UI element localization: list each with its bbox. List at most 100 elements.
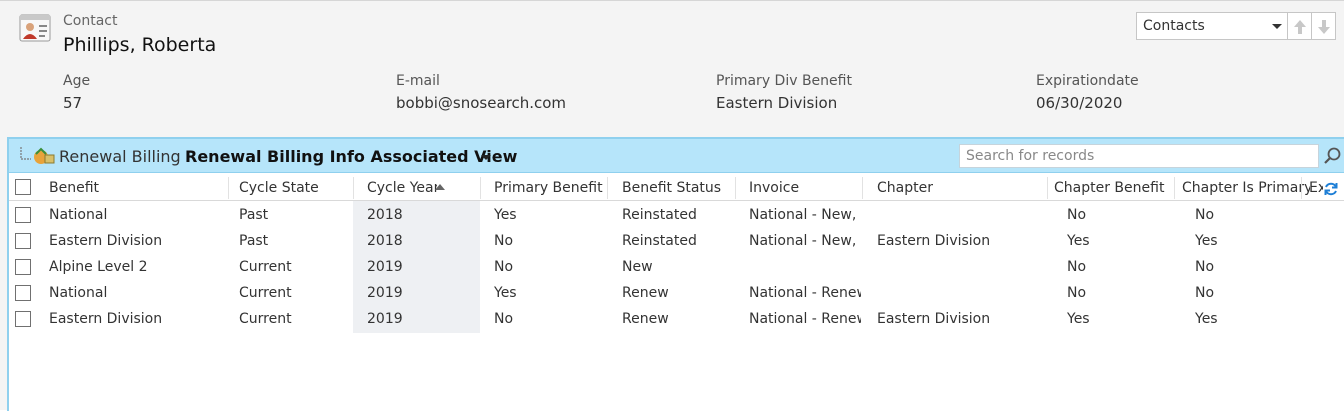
column-header-cycle-year[interactable]: Cycle Year [367, 175, 437, 201]
field-value: 57 [63, 94, 83, 112]
cell-chapter-is-primary: No [1195, 285, 1215, 301]
cell-chapter-is-primary: Yes [1195, 233, 1218, 249]
next-record-button[interactable] [1312, 12, 1336, 40]
column-header-primary-benefit[interactable]: Primary Benefit [494, 175, 604, 201]
column-header-chapter[interactable]: Chapter [877, 175, 1047, 201]
cell-cycle-state: Current [239, 285, 292, 301]
column-header-benefit-status[interactable]: Benefit Status [622, 175, 732, 201]
column-header-cycle-state[interactable]: Cycle State [239, 175, 349, 201]
cell-cycle-year: 2018 [367, 233, 403, 249]
cell-benefit-status: Renew [622, 285, 669, 301]
chevron-down-icon[interactable] [481, 155, 491, 160]
field-label: Expirationdate [1036, 73, 1139, 89]
cell-chapter-benefit: No [1067, 207, 1087, 223]
sort-ascending-icon [435, 184, 445, 190]
cell-benefit[interactable]: National [49, 285, 107, 301]
column-divider [1174, 177, 1175, 199]
cell-invoice[interactable]: National - New, E [749, 233, 861, 249]
view-selector[interactable]: Renewal Billing Info Associated View [185, 147, 517, 166]
row-checkbox[interactable] [15, 259, 31, 275]
cell-chapter[interactable]: Eastern Division [877, 311, 990, 327]
cell-chapter[interactable]: Eastern Division [877, 233, 990, 249]
row-checkbox[interactable] [15, 207, 31, 223]
table-row[interactable]: Eastern Division Past 2018 No Reinstated… [9, 228, 1344, 254]
column-header-chapter-is-primary[interactable]: Chapter Is Primary [1182, 175, 1310, 201]
field-label: E-mail [396, 73, 440, 89]
cell-primary-benefit: Yes [494, 207, 517, 223]
cell-chapter-is-primary: Yes [1195, 311, 1218, 327]
column-divider [353, 177, 354, 199]
column-header-truncated[interactable]: Ex [1309, 175, 1323, 201]
cell-invoice[interactable]: National - Renew [749, 285, 861, 301]
cell-primary-benefit: No [494, 311, 514, 327]
row-checkbox[interactable] [15, 311, 31, 327]
column-divider [862, 177, 863, 199]
cell-cycle-year: 2019 [367, 259, 403, 275]
column-divider [735, 177, 736, 199]
renewal-billing-icon [19, 145, 59, 167]
cell-primary-benefit: No [494, 233, 514, 249]
cell-benefit-status: New [622, 259, 653, 275]
arrow-down-icon [1318, 20, 1330, 34]
field-value[interactable]: bobbi@snosearch.com [396, 94, 566, 112]
table-row[interactable]: Eastern Division Current 2019 No Renew N… [9, 306, 1344, 332]
field-email: E-mail bobbi@snosearch.com [396, 73, 566, 112]
field-label: Primary Div Benefit [716, 73, 852, 89]
record-set-dropdown[interactable]: Contacts [1136, 12, 1288, 40]
cell-chapter-is-primary: No [1195, 259, 1215, 275]
cell-benefit[interactable]: Alpine Level 2 [49, 259, 148, 275]
cell-benefit-status: Renew [622, 311, 669, 327]
renewal-billing-subgrid: Renewal Billing Renewal Billing Info Ass… [7, 137, 1344, 411]
table-row[interactable]: National Current 2019 Yes Renew National… [9, 280, 1344, 306]
subgrid-title: Renewal Billing [59, 147, 181, 166]
cell-cycle-state: Current [239, 259, 292, 275]
search-icon [1324, 147, 1341, 164]
cell-chapter-benefit: Yes [1067, 233, 1090, 249]
arrow-up-icon [1294, 20, 1306, 34]
cell-benefit[interactable]: Eastern Division [49, 311, 162, 327]
column-divider [480, 177, 481, 199]
field-age: Age 57 [63, 73, 90, 112]
cell-cycle-year: 2018 [367, 207, 403, 223]
refresh-icon[interactable] [1323, 181, 1339, 197]
cell-cycle-year: 2019 [367, 285, 403, 301]
cell-invoice[interactable]: National - Renew [749, 311, 861, 327]
field-label: Age [63, 73, 91, 89]
column-divider [1301, 177, 1302, 199]
cell-benefit-status: Reinstated [622, 233, 697, 249]
field-expiration-date: Expirationdate 06/30/2020 [1036, 73, 1139, 112]
field-value: 06/30/2020 [1036, 94, 1123, 112]
cell-cycle-year: 2019 [367, 311, 403, 327]
table-row[interactable]: Alpine Level 2 Current 2019 No New No No [9, 254, 1344, 280]
row-checkbox[interactable] [15, 285, 31, 301]
entity-type-label: Contact [63, 13, 118, 29]
search-button[interactable] [1321, 144, 1344, 168]
record-form: Contact Phillips, Roberta Contacts Age 5… [0, 0, 1344, 411]
column-header-chapter-benefit[interactable]: Chapter Benefit [1054, 175, 1174, 201]
column-divider [607, 177, 608, 199]
field-primary-div-benefit: Primary Div Benefit Eastern Division [716, 73, 852, 112]
cell-benefit[interactable]: Eastern Division [49, 233, 162, 249]
record-set-selected: Contacts [1143, 18, 1205, 34]
cell-chapter-is-primary: No [1195, 207, 1215, 223]
select-all-checkbox[interactable] [15, 179, 31, 195]
grid-header-row: Benefit Cycle State Cycle Year Primary B… [9, 175, 1344, 201]
column-header-benefit[interactable]: Benefit [49, 175, 229, 201]
cell-chapter-benefit: No [1067, 285, 1087, 301]
field-value[interactable]: Eastern Division [716, 94, 852, 112]
previous-record-button[interactable] [1288, 12, 1312, 40]
row-checkbox[interactable] [15, 233, 31, 249]
column-header-invoice[interactable]: Invoice [749, 175, 859, 201]
cell-chapter-benefit: Yes [1067, 311, 1090, 327]
cell-primary-benefit: Yes [494, 285, 517, 301]
search-input[interactable]: Search for records [959, 144, 1319, 168]
contact-card-icon [18, 11, 54, 45]
cell-cycle-state: Past [239, 207, 269, 223]
subgrid-toolbar: Renewal Billing Renewal Billing Info Ass… [9, 139, 1344, 173]
cell-benefit[interactable]: National [49, 207, 107, 223]
cell-invoice[interactable]: National - New, E [749, 207, 861, 223]
cell-primary-benefit: No [494, 259, 514, 275]
cell-chapter-benefit: No [1067, 259, 1087, 275]
cell-cycle-state: Past [239, 233, 269, 249]
table-row[interactable]: National Past 2018 Yes Reinstated Nation… [9, 202, 1344, 228]
